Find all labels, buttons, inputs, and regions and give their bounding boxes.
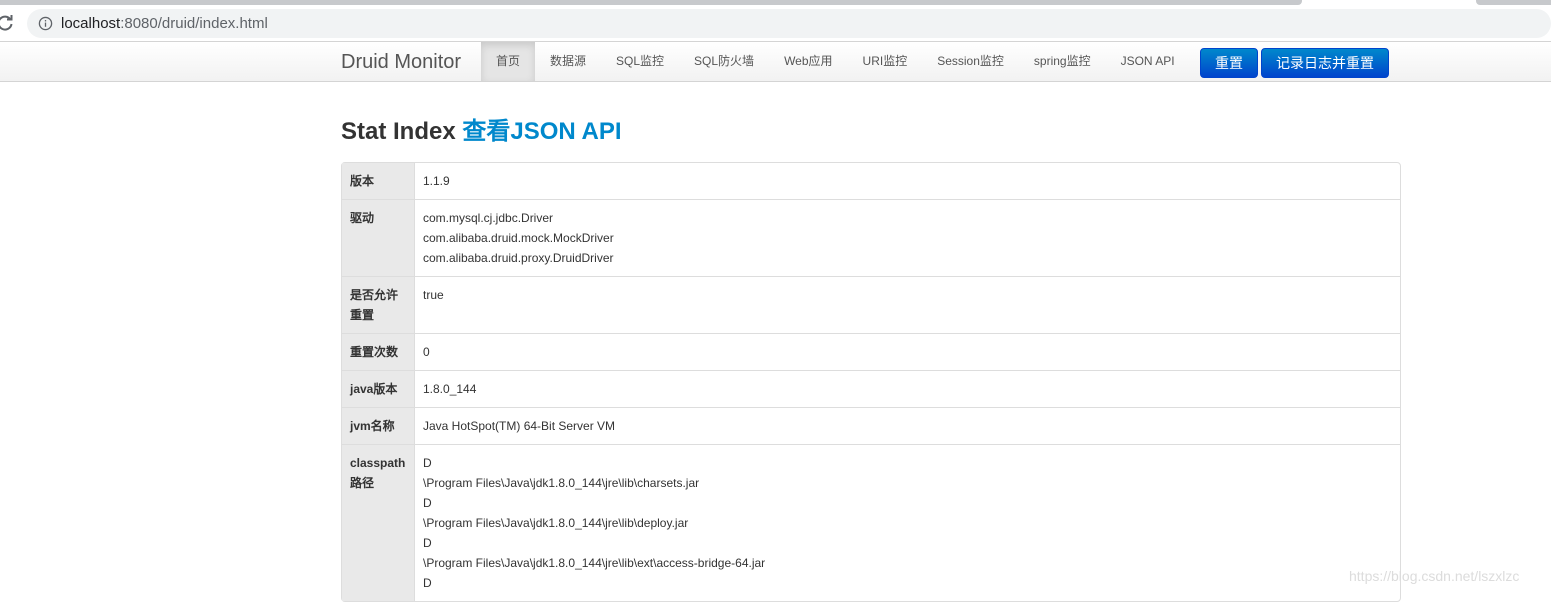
reset-count-value: 0 [415, 333, 1400, 370]
nav-item-json-api[interactable]: JSON API [1106, 42, 1190, 81]
nav-item-spring[interactable]: spring监控 [1019, 42, 1106, 81]
table-row: 驱动 com.mysql.cj.jdbc.Driver com.alibaba.… [342, 199, 1400, 276]
table-row: 重置次数 0 [342, 333, 1400, 370]
brand-title[interactable]: Druid Monitor [341, 51, 461, 73]
nav-item-sql[interactable]: SQL监控 [601, 42, 679, 81]
version-key: 版本 [342, 163, 415, 199]
jvm-name-value: Java HotSpot(TM) 64-Bit Server VM [415, 407, 1400, 444]
table-row: 是否允许 重置 true [342, 276, 1400, 333]
address-bar-row: localhost:8080/druid/index.html [0, 6, 1551, 41]
nav-item-datasource[interactable]: 数据源 [535, 42, 601, 81]
nav-menu: 首页 数据源 SQL监控 SQL防火墙 Web应用 URI监控 Session监… [481, 42, 1190, 81]
classpath-key: classpath 路径 [342, 444, 415, 601]
browser-tab-right[interactable] [1476, 0, 1551, 5]
allow-reset-key-line: 是否允许 [350, 288, 399, 302]
url-host: localhost [61, 15, 121, 32]
page-title-text: Stat Index [341, 118, 456, 145]
table-row: jvm名称 Java HotSpot(TM) 64-Bit Server VM [342, 407, 1400, 444]
reset-count-key: 重置次数 [342, 333, 415, 370]
table-row: 版本 1.1.9 [342, 163, 1400, 199]
nav-item-session[interactable]: Session监控 [922, 42, 1019, 81]
address-bar[interactable]: localhost:8080/druid/index.html [27, 9, 1551, 38]
nav-item-webapp[interactable]: Web应用 [769, 42, 847, 81]
watermark: https://blog.csdn.net/lszxlzc [1349, 568, 1520, 584]
browser-tab[interactable] [0, 0, 1302, 5]
allow-reset-key-line: 重置 [350, 308, 375, 322]
java-version-key: java版本 [342, 370, 415, 407]
allow-reset-key: 是否允许 重置 [342, 276, 415, 333]
driver-line: com.alibaba.druid.proxy.DruidDriver [423, 251, 614, 265]
navbar: Druid Monitor 首页 数据源 SQL监控 SQL防火墙 Web应用 … [0, 41, 1551, 82]
table-row: java版本 1.8.0_144 [342, 370, 1400, 407]
driver-line: com.alibaba.druid.mock.MockDriver [423, 231, 614, 245]
info-icon[interactable] [38, 16, 53, 31]
classpath-line: \Program Files\Java\jdk1.8.0_144\jre\lib… [423, 556, 766, 570]
classpath-key-line: classpath [350, 456, 406, 470]
classpath-value: D \Program Files\Java\jdk1.8.0_144\jre\l… [415, 444, 1400, 601]
allow-reset-value: true [415, 276, 1400, 333]
driver-key: 驱动 [342, 199, 415, 276]
nav-item-home[interactable]: 首页 [481, 42, 536, 81]
log-and-reset-button[interactable]: 记录日志并重置 [1261, 48, 1389, 78]
driver-value: com.mysql.cj.jdbc.Driver com.alibaba.dru… [415, 199, 1400, 276]
table-row: classpath 路径 D \Program Files\Java\jdk1.… [342, 444, 1400, 601]
page-title: Stat Index 查看JSON API [341, 118, 622, 146]
driver-line: com.mysql.cj.jdbc.Driver [423, 211, 554, 225]
classpath-line: D [423, 536, 432, 550]
nav-item-wall[interactable]: SQL防火墙 [679, 42, 769, 81]
java-version-value: 1.8.0_144 [415, 370, 1400, 407]
classpath-key-line: 路径 [350, 476, 375, 490]
classpath-line: \Program Files\Java\jdk1.8.0_144\jre\lib… [423, 476, 700, 490]
reset-button[interactable]: 重置 [1200, 48, 1258, 78]
classpath-line: D [423, 456, 432, 470]
json-api-link[interactable]: 查看JSON API [462, 118, 621, 145]
url-text[interactable]: localhost:8080/druid/index.html [61, 14, 268, 33]
stat-table: 版本 1.1.9 驱动 com.mysql.cj.jdbc.Driver com… [341, 162, 1401, 602]
nav-item-uri[interactable]: URI监控 [848, 42, 923, 81]
classpath-line: D [423, 496, 432, 510]
version-value: 1.1.9 [423, 174, 450, 188]
classpath-line: \Program Files\Java\jdk1.8.0_144\jre\lib… [423, 516, 689, 530]
classpath-line: D [423, 576, 432, 590]
url-path: :8080/druid/index.html [120, 15, 268, 32]
jvm-name-key: jvm名称 [342, 407, 415, 444]
reload-icon[interactable] [0, 14, 14, 32]
